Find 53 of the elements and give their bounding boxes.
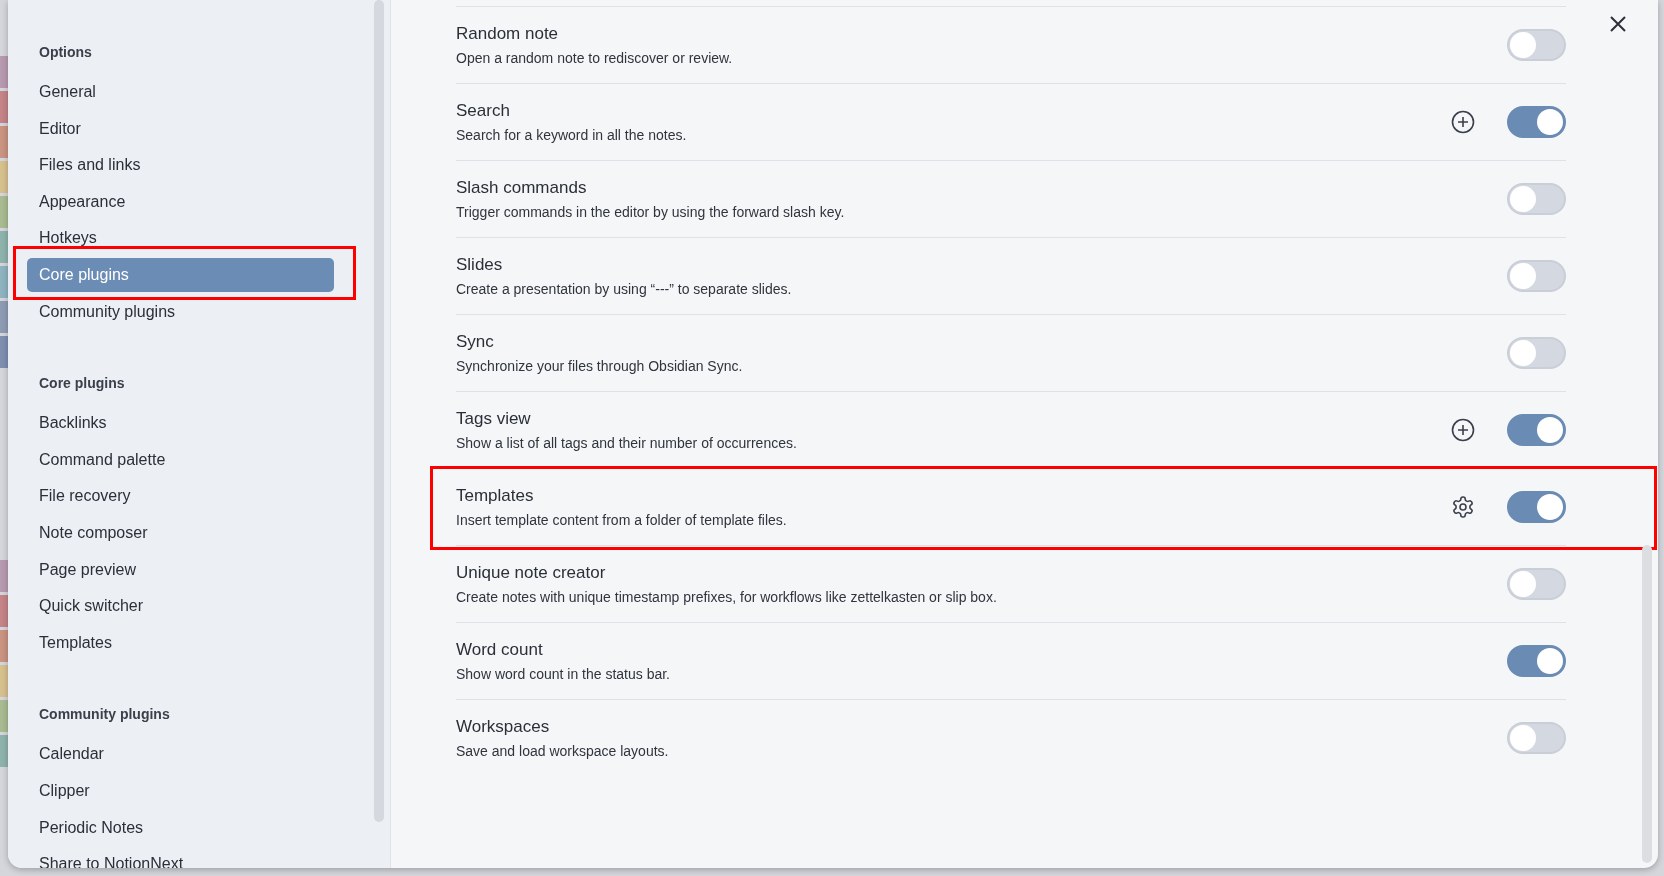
plugin-title: Search	[456, 101, 511, 121]
sidebar-item[interactable]: Hotkeys	[27, 221, 334, 256]
sidebar-item[interactable]: Appearance	[27, 184, 334, 219]
sidebar-item[interactable]: Page preview	[27, 552, 334, 587]
plugin-description: Open a random note to rediscover or review.	[456, 50, 734, 66]
toggle-switch[interactable]	[1507, 645, 1566, 677]
plugin-title: Word count	[456, 640, 544, 660]
add-icon[interactable]	[1451, 110, 1475, 134]
sidebar-item[interactable]: Note composer	[27, 515, 334, 550]
sidebar-item[interactable]: Backlinks	[27, 406, 334, 441]
sidebar-heading: Community plugins	[38, 705, 171, 725]
plugin-title: Slides	[456, 255, 504, 275]
plugin-description: Show word count in the status bar.	[456, 666, 671, 682]
sidebar-item[interactable]: Clipper	[27, 773, 334, 808]
toggle-switch[interactable]	[1507, 491, 1566, 523]
plugin-title: Templates	[456, 486, 535, 506]
plugin-description: Create a presentation by using “---” to separate slides.	[456, 281, 793, 297]
scrollbar[interactable]	[1642, 545, 1652, 863]
plugin-description: Synchronize your files through Obsidian Sync.	[456, 358, 744, 374]
plugin-description: Show a list of all tags and their number of occurrences.	[456, 435, 798, 451]
toggle-switch[interactable]	[1507, 337, 1566, 369]
sidebar-item[interactable]: Periodic Notes	[27, 810, 334, 845]
sidebar-heading: Options	[38, 43, 93, 62]
plugin-description: Insert template content from a folder of template files.	[456, 512, 788, 528]
plugin-title: Workspaces	[456, 717, 551, 737]
sidebar-item[interactable]: General	[27, 75, 334, 109]
plugin-title: Unique note creator	[456, 563, 607, 583]
add-icon[interactable]	[1451, 418, 1475, 442]
toggle-switch[interactable]	[1507, 414, 1566, 446]
sidebar-item[interactable]: Editor	[27, 111, 334, 146]
sidebar-heading: Core plugins	[38, 374, 126, 394]
plugin-description: Create notes with unique timestamp prefixes, for workflows like zettelkasten or slip box.	[456, 589, 998, 605]
plugin-description: Save and load workspace layouts.	[456, 743, 670, 759]
toggle-switch[interactable]	[1507, 568, 1566, 600]
plugin-title: Tags view	[456, 409, 532, 429]
toggle-switch[interactable]	[1507, 106, 1566, 138]
toggle-switch[interactable]	[1507, 183, 1566, 215]
plugin-title: Random note	[456, 24, 560, 44]
plugin-description: Search for a keyword in all the notes.	[456, 127, 688, 143]
sidebar-item[interactable]: Command palette	[27, 442, 334, 477]
plugin-title: Sync	[456, 332, 495, 352]
settings-icon[interactable]	[1451, 495, 1475, 519]
sidebar-item[interactable]: Calendar	[27, 737, 334, 772]
sidebar-item[interactable]: Files and links	[27, 148, 334, 183]
sidebar-item[interactable]: File recovery	[27, 479, 334, 514]
toggle-switch[interactable]	[1507, 260, 1566, 292]
toggle-switch[interactable]	[1507, 722, 1566, 754]
sidebar-item[interactable]: Community plugins	[27, 294, 334, 329]
sidebar-item[interactable]: Quick switcher	[27, 589, 334, 624]
plugin-description: Trigger commands in the editor by using the forward slash key.	[456, 204, 846, 220]
plugin-title: Slash commands	[456, 178, 588, 198]
toggle-switch[interactable]	[1507, 29, 1566, 61]
sidebar-item[interactable]: Templates	[27, 625, 334, 660]
